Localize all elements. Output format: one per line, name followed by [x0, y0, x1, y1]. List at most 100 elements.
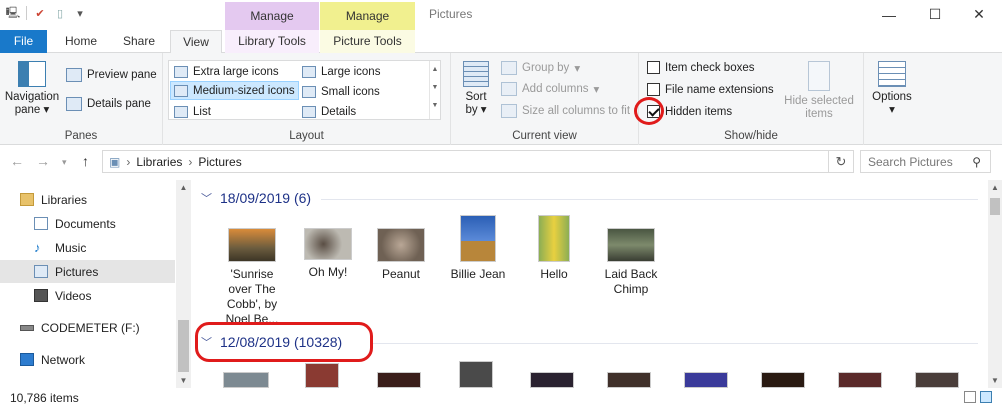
image-thumbnail [377, 228, 425, 262]
panes-group: Navigation pane ▾ Preview pane Details p… [0, 53, 163, 145]
file-tile[interactable]: 'Sunrise over The Cobb', by Noel Be... [215, 228, 289, 327]
image-thumbnail[interactable] [377, 372, 421, 388]
collapse-group-icon[interactable]: ﹀ [201, 190, 212, 206]
minimize-button[interactable]: — [866, 0, 912, 29]
tab-view[interactable]: View [170, 30, 222, 54]
group-by-button[interactable]: Group by ▾ [501, 61, 580, 75]
layout-list[interactable]: List [171, 102, 214, 121]
maximize-button[interactable]: ☐ [912, 0, 958, 29]
preview-pane-button[interactable]: Preview pane [66, 68, 157, 82]
breadcrumb-pictures[interactable]: Pictures [198, 155, 241, 169]
image-thumbnail[interactable] [915, 372, 959, 388]
file-name-line: Billie Jean [450, 267, 506, 281]
nav-item-libraries[interactable]: Libraries [0, 188, 175, 211]
navigation-pane-label: Navigation [4, 91, 60, 103]
file-name-extensions-option[interactable]: File name extensions [647, 83, 774, 96]
details-pane-button[interactable]: Details pane [66, 97, 151, 111]
scroll-up-icon[interactable]: ▲ [176, 183, 191, 192]
item-check-boxes-option[interactable]: Item check boxes [647, 61, 754, 74]
search-input[interactable]: Search Pictures ⚲ [860, 150, 991, 173]
tab-picture-tools[interactable]: Picture Tools [320, 30, 415, 53]
libraries-icon [20, 193, 34, 206]
nav-item-pictures[interactable]: Pictures [0, 260, 175, 283]
image-thumbnail[interactable] [761, 372, 805, 388]
nav-item-music[interactable]: ♪ Music [0, 236, 175, 259]
nav-item-codemeter-drive[interactable]: CODEMETER (F:) [0, 316, 175, 339]
gallery-down-icon[interactable]: ▼ [430, 79, 440, 97]
group-header-1[interactable]: ﹀ 18/09/2019 (6) [201, 190, 311, 206]
scroll-up-icon[interactable]: ▲ [988, 183, 1002, 192]
file-tile[interactable]: Laid Back Chimp [594, 228, 668, 297]
scrollbar-thumb[interactable] [990, 198, 1000, 215]
qat-dropdown-icon[interactable]: ▾ [73, 6, 87, 20]
tab-file[interactable]: File [0, 30, 47, 53]
nav-item-network[interactable]: Network [0, 348, 175, 371]
image-thumbnail[interactable] [305, 363, 339, 388]
layout-gallery-scroll[interactable]: ▲ ▼ ▼ [429, 61, 440, 119]
sort-by-button[interactable]: Sort by ▾ [459, 61, 493, 117]
item-check-boxes-checkbox[interactable] [647, 61, 660, 74]
scroll-down-icon[interactable]: ▼ [988, 376, 1002, 385]
image-thumbnail[interactable] [530, 372, 574, 388]
refresh-icon[interactable]: ↻ [829, 150, 854, 173]
hide-selected-items-button[interactable]: Hide selected items [781, 61, 857, 121]
layout-small-icons[interactable]: Small icons [299, 82, 383, 101]
group-by-label: Group by [522, 62, 570, 74]
layout-details[interactable]: Details [299, 102, 359, 121]
address-bar[interactable]: ▣ › Libraries › Pictures [102, 150, 829, 173]
group-divider [371, 343, 978, 344]
drive-icon [20, 324, 34, 331]
breadcrumb-separator-icon[interactable]: › [126, 155, 130, 169]
gallery-up-icon[interactable]: ▲ [430, 61, 440, 79]
file-name-extensions-checkbox[interactable] [647, 83, 660, 96]
recent-locations-icon[interactable]: ▾ [62, 157, 67, 168]
navigation-pane-label-2: pane ▾ [14, 104, 50, 116]
computer-icon[interactable]: 🖳 [6, 6, 21, 20]
image-thumbnail[interactable] [459, 361, 493, 388]
library-tools-manage-label: Manage [225, 2, 319, 30]
scrollbar-thumb[interactable] [178, 320, 189, 372]
tab-share[interactable]: Share [114, 30, 164, 53]
qat-separator [26, 6, 27, 20]
gallery-more-icon[interactable]: ▼ [430, 97, 440, 115]
sort-by-label-2: by ▾ [465, 104, 487, 116]
medium-icons-label: Medium-sized icons [193, 84, 295, 97]
details-pane-icon [66, 97, 82, 111]
tab-home[interactable]: Home [56, 30, 106, 53]
layout-extra-large-icons[interactable]: Extra large icons [171, 62, 282, 81]
properties-icon[interactable]: ✔ [33, 6, 47, 20]
sort-by-label-2-text: by [465, 104, 478, 116]
nav-item-videos[interactable]: Videos [0, 284, 175, 307]
nav-item-documents[interactable]: Documents [0, 212, 175, 235]
large-icons-view-icon[interactable] [980, 391, 992, 403]
breadcrumb-separator-icon[interactable]: › [188, 155, 192, 169]
close-button[interactable]: ✕ [956, 0, 1002, 29]
back-icon[interactable]: ← [10, 153, 24, 169]
layout-large-icons[interactable]: Large icons [299, 62, 383, 81]
file-tile[interactable]: Billie Jean [441, 215, 515, 282]
image-thumbnail[interactable] [607, 372, 651, 388]
file-tile[interactable]: Peanut [364, 228, 438, 282]
breadcrumb-libraries[interactable]: Libraries [136, 155, 182, 169]
navigation-pane-scrollbar[interactable]: ▲ ▼ [176, 180, 191, 388]
options-button[interactable]: Options ▾ [866, 61, 918, 117]
image-thumbnail[interactable] [838, 372, 882, 388]
options-group: Options ▾ [864, 53, 920, 145]
layout-gallery: Extra large icons Large icons Medium-siz… [168, 60, 441, 120]
current-view-group: Sort by ▾ Group by ▾ Add columns ▾ Size … [451, 53, 639, 145]
file-tile[interactable]: Oh My! [291, 228, 365, 280]
navigation-pane-button[interactable]: Navigation pane ▾ [4, 61, 60, 117]
scroll-down-icon[interactable]: ▼ [176, 376, 191, 385]
size-all-columns-button[interactable]: Size all columns to fit [501, 104, 630, 118]
image-thumbnail[interactable] [684, 372, 728, 388]
layout-medium-icons[interactable]: Medium-sized icons [170, 81, 299, 100]
image-thumbnail[interactable] [223, 372, 269, 388]
tab-library-tools[interactable]: Library Tools [225, 30, 319, 53]
forward-icon[interactable]: → [36, 153, 50, 169]
file-tile[interactable]: Hello [517, 215, 591, 282]
content-scrollbar[interactable]: ▲ ▼ [988, 180, 1002, 388]
details-view-icon[interactable] [964, 391, 976, 403]
new-folder-icon[interactable]: ▯ [53, 6, 67, 20]
add-columns-button[interactable]: Add columns ▾ [501, 82, 599, 96]
up-icon[interactable]: ↑ [82, 153, 89, 169]
